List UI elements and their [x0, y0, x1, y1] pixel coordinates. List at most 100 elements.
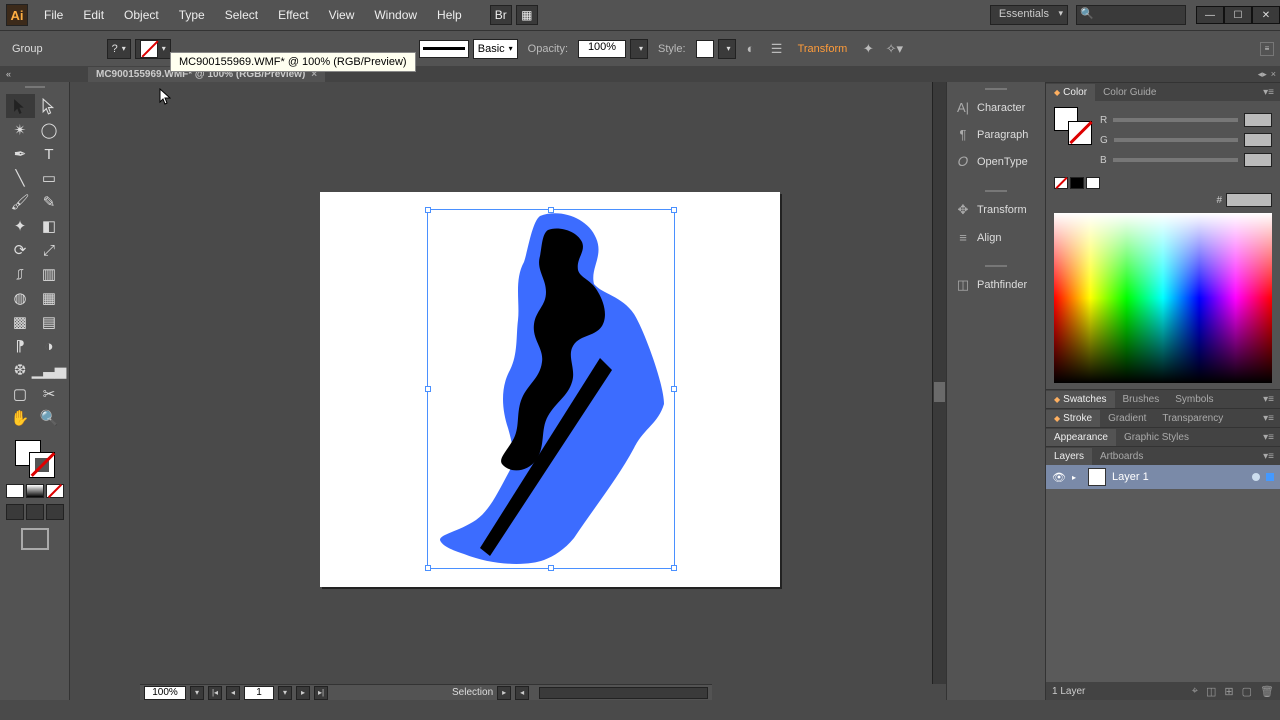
panel-opentype[interactable]: 𝑂OpenType — [947, 148, 1045, 176]
layer-name[interactable]: Layer 1 — [1112, 471, 1149, 483]
panel-pathfinder[interactable]: ◫Pathfinder — [947, 271, 1045, 299]
last-color-black[interactable] — [1070, 177, 1084, 189]
tab-brushes[interactable]: Brushes — [1115, 391, 1168, 408]
width-tool[interactable]: ⎎ — [6, 262, 35, 286]
next-artboard-button[interactable]: ▸ — [296, 686, 310, 700]
transform-link[interactable]: Transform — [792, 43, 854, 55]
menu-file[interactable]: File — [34, 1, 73, 29]
draw-normal[interactable] — [6, 504, 24, 520]
color-mode-none[interactable] — [46, 484, 64, 498]
menu-effect[interactable]: Effect — [268, 1, 318, 29]
resize-handle-bl[interactable] — [425, 565, 431, 571]
prev-artboard-button[interactable]: ◂ — [226, 686, 240, 700]
free-transform-tool[interactable]: ▥ — [35, 262, 64, 286]
vertical-scrollbar[interactable] — [932, 82, 946, 684]
resize-handle-bm[interactable] — [548, 565, 554, 571]
search-input[interactable] — [1076, 5, 1186, 25]
stroke-panel-menu-icon[interactable]: ▾≡ — [1257, 413, 1280, 424]
tab-overflow-icon[interactable]: ◂▸ — [1258, 69, 1267, 80]
bridge-button[interactable]: Br — [490, 5, 512, 25]
menu-type[interactable]: Type — [169, 1, 215, 29]
last-color-white[interactable] — [1086, 177, 1100, 189]
delete-layer-icon[interactable]: 🗑 — [1260, 685, 1274, 698]
panel-transform[interactable]: ✥Transform — [947, 196, 1045, 224]
brush-definition-preview[interactable] — [419, 40, 469, 58]
hex-field[interactable] — [1226, 193, 1272, 207]
tab-graphic-styles[interactable]: Graphic Styles — [1116, 429, 1197, 446]
channel-r-field[interactable] — [1244, 113, 1272, 127]
channel-g-field[interactable] — [1244, 133, 1272, 147]
tab-swatches[interactable]: ◆Swatches — [1046, 391, 1115, 408]
zoom-tool[interactable]: 🔍 — [35, 406, 64, 430]
artboard-index-field[interactable]: 1 — [244, 686, 274, 700]
selection-tool[interactable] — [6, 94, 35, 118]
controlbar-collapse-icon[interactable]: ≡ — [1260, 42, 1274, 56]
horizontal-scrollbar[interactable] — [539, 687, 708, 699]
magic-wand-tool[interactable]: ✴ — [6, 118, 35, 142]
color-spectrum[interactable] — [1054, 213, 1272, 383]
resize-handle-tl[interactable] — [425, 207, 431, 213]
menu-window[interactable]: Window — [364, 1, 427, 29]
draw-behind[interactable] — [26, 504, 44, 520]
window-maximize-button[interactable]: ☐ — [1224, 6, 1252, 24]
resize-handle-tr[interactable] — [671, 207, 677, 213]
color-fill-stroke[interactable] — [1054, 107, 1092, 145]
graphic-style-swatch[interactable] — [696, 40, 714, 58]
fill-dropdown[interactable]: ? — [107, 39, 131, 59]
menu-view[interactable]: View — [319, 1, 365, 29]
make-clipping-mask-icon[interactable]: ◫ — [1206, 685, 1216, 698]
blend-tool[interactable]: ◑ — [35, 334, 64, 358]
mesh-tool[interactable]: ▩ — [6, 310, 35, 334]
perspective-grid-tool[interactable]: ▦ — [35, 286, 64, 310]
workspace-switcher[interactable]: Essentials — [990, 5, 1068, 25]
fill-stroke-control[interactable] — [15, 440, 55, 478]
pencil-tool[interactable]: ✎ — [35, 190, 64, 214]
tab-close-all-icon[interactable]: × — [1271, 69, 1276, 80]
menu-object[interactable]: Object — [114, 1, 169, 29]
select-similar-icon[interactable]: ✧▾ — [883, 38, 905, 60]
opacity-field[interactable]: 100% — [578, 40, 626, 58]
layer-visibility-icon[interactable]: 👁 — [1052, 471, 1066, 484]
window-minimize-button[interactable]: — — [1196, 6, 1224, 24]
direct-selection-tool[interactable] — [35, 94, 64, 118]
artboard-tool[interactable]: ▢ — [6, 382, 35, 406]
selection-bounding-box[interactable] — [427, 209, 675, 569]
color-stroke-swatch[interactable] — [1068, 121, 1092, 145]
panel-character[interactable]: A|Character — [947, 94, 1045, 121]
canvas[interactable]: 100% ▾ |◂ ◂ 1 ▾ ▸ ▸| Selection ▸ ◂ — [70, 82, 946, 700]
tab-gradient[interactable]: Gradient — [1100, 410, 1154, 427]
locate-object-icon[interactable]: ⌖ — [1192, 685, 1198, 698]
stroke-swatch-dropdown[interactable] — [135, 39, 171, 59]
layer-row[interactable]: 👁 ▸ Layer 1 — [1046, 465, 1280, 489]
artboard-dropdown[interactable]: ▾ — [278, 686, 292, 700]
type-tool[interactable]: T — [35, 142, 64, 166]
layer-target-icon[interactable] — [1252, 473, 1260, 481]
column-graph-tool[interactable]: ▁▃▅ — [35, 358, 64, 382]
channel-b-field[interactable] — [1244, 153, 1272, 167]
rectangle-tool[interactable]: ▭ — [35, 166, 64, 190]
tab-appearance[interactable]: Appearance — [1046, 429, 1116, 446]
channel-g-slider[interactable] — [1114, 138, 1238, 142]
appearance-panel-menu-icon[interactable]: ▾≡ — [1257, 432, 1280, 443]
color-panel-menu-icon[interactable]: ▾≡ — [1257, 87, 1280, 98]
new-sublayer-icon[interactable]: ⊞ — [1224, 685, 1233, 698]
hand-tool[interactable]: ✋ — [6, 406, 35, 430]
symbol-sprayer-tool[interactable]: ❆ — [6, 358, 35, 382]
tab-artboards[interactable]: Artboards — [1092, 448, 1151, 465]
tab-transparency[interactable]: Transparency — [1154, 410, 1231, 427]
pen-tool[interactable]: ✒ — [6, 142, 35, 166]
draw-inside[interactable] — [46, 504, 64, 520]
expand-dock-icon[interactable]: « — [6, 69, 18, 79]
window-close-button[interactable]: ✕ — [1252, 6, 1280, 24]
color-mode-gradient[interactable] — [26, 484, 44, 498]
arrange-docs-button[interactable]: ▦ — [516, 5, 538, 25]
last-artboard-button[interactable]: ▸| — [314, 686, 328, 700]
color-mode-solid[interactable] — [6, 484, 24, 498]
gradient-tool[interactable]: ▤ — [35, 310, 64, 334]
vscroll-thumb[interactable] — [934, 382, 945, 402]
stroke-swatch[interactable] — [29, 452, 55, 478]
zoom-field[interactable]: 100% — [144, 686, 186, 700]
brush-definition-dropdown[interactable]: Basic — [473, 39, 518, 59]
last-color-none[interactable] — [1054, 177, 1068, 189]
blob-brush-tool[interactable]: ✦ — [6, 214, 35, 238]
